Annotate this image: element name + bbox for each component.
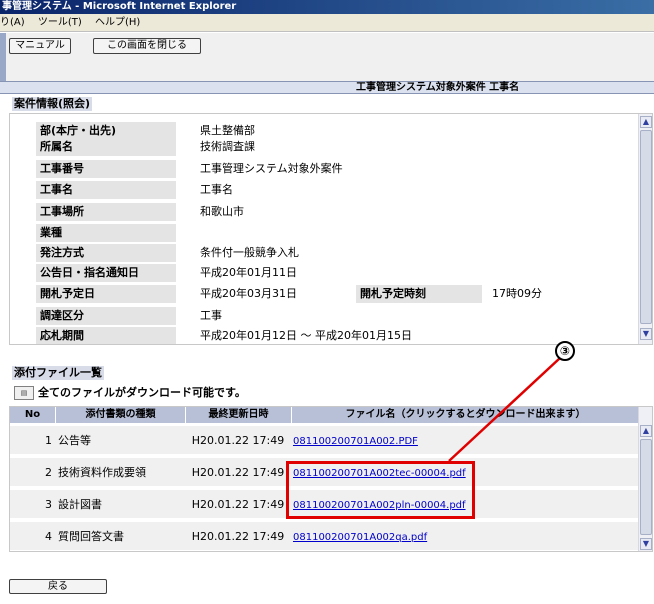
annotation-line — [448, 357, 561, 462]
annotation-highlight-box — [286, 461, 475, 519]
callout-marker: ③ — [555, 341, 575, 361]
back-button[interactable]: 戻る — [9, 579, 107, 594]
